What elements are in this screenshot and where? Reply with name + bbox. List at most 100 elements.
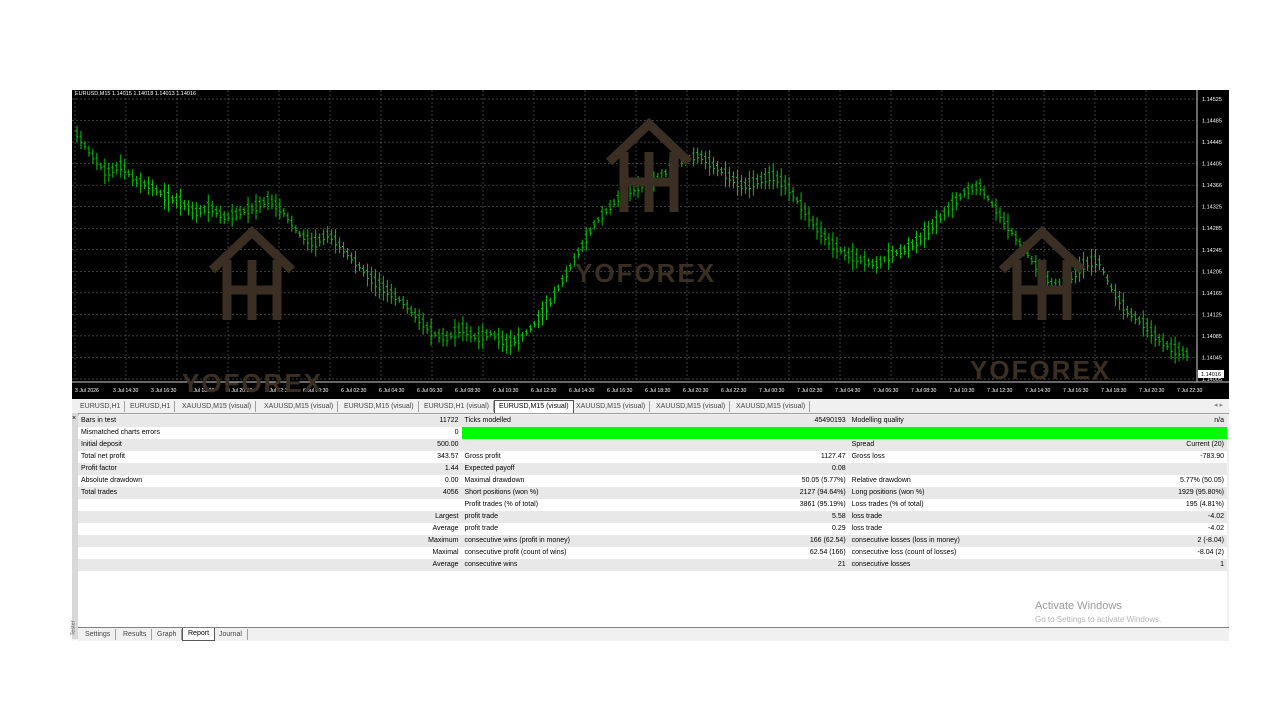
report-label: Loss trades (% of total) — [848, 499, 1176, 511]
watermark-logo-icon — [208, 225, 296, 320]
table-row: Average consecutive wins 21 consecutive … — [78, 559, 1227, 571]
report-label: consecutive loss (count of losses) — [848, 547, 1176, 559]
report-label: Gross loss — [848, 451, 1176, 463]
price-tick-label: 1.14125 — [1202, 312, 1222, 318]
time-tick-label: 7 Jul 14:30 — [1025, 388, 1050, 394]
report-label: Gross profit — [461, 451, 794, 463]
price-tick-label: 1.14405 — [1202, 162, 1222, 168]
report-value: 4056 — [413, 487, 462, 499]
table-row: Largest profit trade 5.58 loss trade -4.… — [78, 511, 1227, 523]
chart-tab[interactable]: EURUSD,H1 — [76, 401, 126, 412]
report-value: 166 (62.54) — [793, 535, 849, 547]
tab-settings[interactable]: Settings — [80, 629, 117, 640]
tab-journal[interactable]: Journal — [214, 629, 248, 640]
report-value: 21 — [793, 559, 849, 571]
report-label: loss trade — [848, 523, 1176, 535]
time-tick-label: 6 Jul 22:30 — [721, 388, 746, 394]
report-label: Total trades — [78, 487, 414, 499]
chart-tab[interactable]: XAUUSD,M15 (visual) — [732, 401, 811, 412]
report-value: 11722 — [413, 415, 462, 427]
chart-tab[interactable]: EURUSD,H1 — [126, 401, 176, 412]
report-label: consecutive losses — [848, 559, 1176, 571]
chart-tab[interactable]: XAUUSD,M15 (visual) — [652, 401, 731, 412]
report-panel: Bars in test 11722 Ticks modelled 454901… — [78, 415, 1227, 627]
chart-tab[interactable]: XAUUSD,M15 (visual) — [572, 401, 651, 412]
report-value: 5.58 — [793, 511, 849, 523]
tab-scroll-arrows-icon[interactable]: ◂ ▸ — [1214, 401, 1223, 409]
report-label: Maximal — [413, 547, 462, 559]
report-label: Mismatched charts errors — [78, 427, 414, 439]
time-tick-label: 7 Jul 02:30 — [797, 388, 822, 394]
report-label: Short positions (won %) — [461, 487, 794, 499]
report-value: Current (20) — [1175, 439, 1227, 451]
modelling-quality-bar — [461, 427, 1227, 439]
time-tick-label: 6 Jul 04:30 — [379, 388, 404, 394]
time-tick-label: 7 Jul 16:30 — [1063, 388, 1088, 394]
report-label: Largest — [413, 511, 462, 523]
terminal-window: 1.14525 1.14485 1.14445 1.14405 1.14366 1.143… — [70, 90, 1229, 641]
chart-tab[interactable]: EURUSD,H1 (visual) — [420, 401, 494, 412]
time-tick-label: 6 Jul 14:30 — [569, 388, 594, 394]
time-tick-label: 7 Jul 18:30 — [1101, 388, 1126, 394]
report-value: 1.44 — [413, 463, 462, 475]
time-tick-label: 3 Jul 16:30 — [151, 388, 176, 394]
report-value: 1127.47 — [793, 451, 849, 463]
time-tick-label: 6 Jul 10:30 — [493, 388, 518, 394]
report-value: 0.08 — [793, 463, 849, 475]
report-value: 0.00 — [413, 475, 462, 487]
time-tick-label: 3 Jul 14:30 — [113, 388, 138, 394]
chart-tab[interactable]: XAUUSD,M15 (visual) — [260, 401, 339, 412]
price-tick-label: 1.14285 — [1202, 226, 1222, 232]
current-price-label: 1.14016 — [1201, 372, 1221, 378]
report-label: Maximum — [413, 535, 462, 547]
report-label: Profit trades (% of total) — [461, 499, 794, 511]
report-label: Maximal drawdown — [461, 475, 794, 487]
watermark-logo-icon — [605, 117, 693, 212]
close-icon[interactable]: × — [72, 415, 76, 422]
report-label: Bars in test — [78, 415, 414, 427]
chart-symbol-header: EURUSD,M15 1.14015 1.14018 1.14013 1.140… — [75, 91, 197, 97]
table-row: Profit factor 1.44 Expected payoff 0.08 — [78, 463, 1227, 475]
report-label: Relative drawdown — [848, 475, 1176, 487]
tab-graph[interactable]: Graph — [152, 629, 183, 640]
price-tick-label: 1.14485 — [1202, 119, 1222, 125]
table-row: Average profit trade 0.29 loss trade -4.… — [78, 523, 1227, 535]
table-row: Total trades 4056 Short positions (won %… — [78, 487, 1227, 499]
report-label: profit trade — [461, 511, 794, 523]
report-value: 195 (4.81%) — [1175, 499, 1227, 511]
report-label: Ticks modelled — [461, 415, 794, 427]
report-value: 5.77% (50.05) — [1175, 475, 1227, 487]
report-value: 1929 (95.80%) — [1175, 487, 1227, 499]
table-row: Initial deposit 500.00 Spread Current (2… — [78, 439, 1227, 451]
tab-results[interactable]: Results — [118, 629, 153, 640]
price-chart[interactable]: 1.14525 1.14485 1.14445 1.14405 1.14366 1.143… — [72, 90, 1229, 399]
time-tick-label: 7 Jul 06:30 — [873, 388, 898, 394]
time-tick-label: 6 Jul 12:30 — [531, 388, 556, 394]
chart-tab[interactable]: XAUUSD,M15 (visual) — [178, 401, 257, 412]
time-tick-label: 7 Jul 12:30 — [987, 388, 1012, 394]
report-value: 2127 (94.64%) — [793, 487, 849, 499]
report-label: consecutive wins (profit in money) — [461, 535, 794, 547]
watermark-text: YOFOREX — [182, 368, 324, 398]
table-row: Maximum consecutive wins (profit in mone… — [78, 535, 1227, 547]
report-label: Profit factor — [78, 463, 414, 475]
report-label: Initial deposit — [78, 439, 414, 451]
table-row: Bars in test 11722 Ticks modelled 454901… — [78, 415, 1227, 427]
report-value: n/a — [1175, 415, 1227, 427]
report-value: -8.04 (2) — [1175, 547, 1227, 559]
tab-report[interactable]: Report — [182, 628, 216, 641]
report-label: Average — [413, 523, 462, 535]
price-tick-label: 1.14205 — [1202, 269, 1222, 275]
report-value: -783.90 — [1175, 451, 1227, 463]
report-label: Long positions (won %) — [848, 487, 1176, 499]
time-tick-label: 6 Jul 06:30 — [417, 388, 442, 394]
chart-tab[interactable]: EURUSD,M15 (visual) — [340, 401, 419, 412]
report-table: Bars in test 11722 Ticks modelled 454901… — [78, 415, 1227, 571]
price-tick-label: 1.14165 — [1202, 291, 1222, 297]
chart-tab[interactable]: EURUSD,M15 (visual) — [494, 400, 574, 413]
time-tick-label: 7 Jul 04:30 — [835, 388, 860, 394]
watermark-text: YOFOREX — [970, 355, 1112, 385]
report-value: 343.57 — [413, 451, 462, 463]
report-value: 500.00 — [413, 439, 462, 451]
report-value: 3861 (95.19%) — [793, 499, 849, 511]
